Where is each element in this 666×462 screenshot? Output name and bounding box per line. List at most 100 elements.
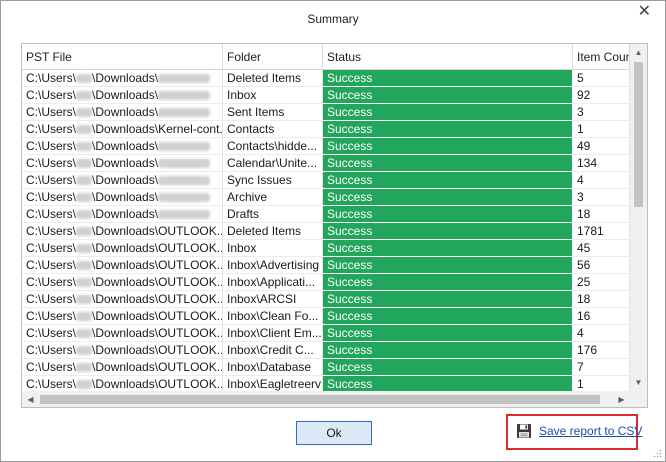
table-row[interactable]: C:\Users\ \Downloads\ Deleted Items Success… xyxy=(22,70,630,87)
pst-file-cell: C:\Users\ \Downloads\OUTLOOK.... xyxy=(22,291,223,308)
status-cell: Success xyxy=(323,172,573,189)
item-count-cell: 18 xyxy=(573,206,630,223)
summary-table[interactable]: PST File Folder Status Item Count C:\Use… xyxy=(21,43,648,408)
redacted-username xyxy=(76,346,93,355)
chevron-down-icon[interactable]: ▼ xyxy=(630,374,647,391)
path-downloads: \Downloads\ xyxy=(92,326,159,340)
table-row[interactable]: C:\Users\ \Downloads\ Sent Items Success 3 xyxy=(22,104,630,121)
table-row[interactable]: C:\Users\ \Downloads\ Drafts Success 18 xyxy=(22,206,630,223)
table-row[interactable]: C:\Users\ \Downloads\OUTLOOK.... Inbox\Cre… xyxy=(22,342,630,359)
folder-cell: Contacts xyxy=(223,121,323,138)
item-count-cell: 49 xyxy=(573,138,630,155)
folder-cell: Inbox\Client Em... xyxy=(223,325,323,342)
table-row[interactable]: C:\Users\ \Downloads\OUTLOOK.... Inbox\Dat… xyxy=(22,359,630,376)
redacted-username xyxy=(76,74,93,83)
redacted-username xyxy=(76,108,93,117)
table-header: PST File Folder Status Item Count xyxy=(22,44,630,70)
folder-cell: Sync Issues xyxy=(223,172,323,189)
redacted-username xyxy=(76,210,93,219)
path-downloads: \Downloads\ xyxy=(92,309,159,323)
column-header-pst-file[interactable]: PST File xyxy=(22,44,223,70)
path-prefix: C:\Users\ xyxy=(26,71,77,85)
path-filename: OUTLOOK.... xyxy=(158,224,223,238)
status-cell: Success xyxy=(323,223,573,240)
redacted-filename xyxy=(158,91,211,100)
path-downloads: \Downloads\ xyxy=(92,224,159,238)
table-row[interactable]: C:\Users\ \Downloads\OUTLOOK.... Deleted I… xyxy=(22,223,630,240)
path-prefix: C:\Users\ xyxy=(26,326,77,340)
table-row[interactable]: C:\Users\ \Downloads\ Calendar\Unite... Suc… xyxy=(22,155,630,172)
item-count-cell: 134 xyxy=(573,155,630,172)
path-downloads: \Downloads\ xyxy=(92,139,159,153)
path-downloads: \Downloads\ xyxy=(92,343,159,357)
save-report-link[interactable]: Save report to CSV xyxy=(539,424,642,438)
table-row[interactable]: C:\Users\ \Downloads\ Sync Issues Success 4 xyxy=(22,172,630,189)
path-filename: Kernel-cont... xyxy=(158,122,223,136)
item-count-cell: 92 xyxy=(573,87,630,104)
path-downloads: \Downloads\ xyxy=(92,105,159,119)
table-row[interactable]: C:\Users\ \Downloads\OUTLOOK.... Inbox\Adv… xyxy=(22,257,630,274)
vertical-scroll-thumb[interactable] xyxy=(634,62,643,207)
redacted-filename xyxy=(158,176,211,185)
table-row[interactable]: C:\Users\ \Downloads\OUTLOOK.... Inbox Succ… xyxy=(22,240,630,257)
horizontal-scrollbar[interactable]: ◀ ▶ xyxy=(22,391,630,407)
folder-cell: Contacts\hidde... xyxy=(223,138,323,155)
path-downloads: \Downloads\ xyxy=(92,377,159,391)
redacted-username xyxy=(76,91,93,100)
resize-grip-icon[interactable] xyxy=(652,448,662,458)
redacted-username xyxy=(76,329,93,338)
folder-cell: Inbox\Database xyxy=(223,359,323,376)
table-row[interactable]: C:\Users\ \Downloads\ Inbox Success 92 xyxy=(22,87,630,104)
pst-file-cell: C:\Users\ \Downloads\OUTLOOK.... xyxy=(22,342,223,359)
chevron-up-icon[interactable]: ▲ xyxy=(630,44,647,61)
pst-file-cell: C:\Users\ \Downloads\ xyxy=(22,155,223,172)
table-row[interactable]: C:\Users\ \Downloads\OUTLOOK.... Inbox\App… xyxy=(22,274,630,291)
path-prefix: C:\Users\ xyxy=(26,156,77,170)
path-prefix: C:\Users\ xyxy=(26,309,77,323)
table-row[interactable]: C:\Users\ \Downloads\ Archive Success 3 xyxy=(22,189,630,206)
column-header-folder[interactable]: Folder xyxy=(223,44,323,70)
path-filename: OUTLOOK.... xyxy=(158,241,223,255)
horizontal-scroll-thumb[interactable] xyxy=(40,395,600,404)
path-prefix: C:\Users\ xyxy=(26,258,77,272)
table-row[interactable]: C:\Users\ \Downloads\OUTLOOK.... Inbox\Cli… xyxy=(22,325,630,342)
table-body: C:\Users\ \Downloads\ Deleted Items Success… xyxy=(22,70,630,393)
save-report-highlight: Save report to CSV xyxy=(506,414,642,450)
redacted-filename xyxy=(158,210,211,219)
redacted-username xyxy=(76,295,93,304)
table-row[interactable]: C:\Users\ \Downloads\ Contacts\hidde... Suc… xyxy=(22,138,630,155)
vertical-scrollbar[interactable]: ▲ ▼ xyxy=(630,44,647,391)
pst-file-cell: C:\Users\ \Downloads\ xyxy=(22,172,223,189)
column-header-item-count[interactable]: Item Count xyxy=(573,44,630,70)
item-count-cell: 18 xyxy=(573,291,630,308)
status-cell: Success xyxy=(323,308,573,325)
ok-button[interactable]: Ok xyxy=(296,421,372,445)
save-report-button[interactable]: Save report to CSV xyxy=(516,423,642,439)
chevron-left-icon[interactable]: ◀ xyxy=(22,391,39,407)
path-prefix: C:\Users\ xyxy=(26,139,77,153)
table-row[interactable]: C:\Users\ \Downloads\Kernel-cont... Contac… xyxy=(22,121,630,138)
path-downloads: \Downloads\ xyxy=(92,88,159,102)
path-downloads: \Downloads\ xyxy=(92,275,159,289)
close-icon[interactable]: ✕ xyxy=(638,4,651,20)
pst-file-cell: C:\Users\ \Downloads\OUTLOOK.... xyxy=(22,308,223,325)
path-downloads: \Downloads\ xyxy=(92,360,159,374)
path-filename: OUTLOOK.... xyxy=(158,275,223,289)
folder-cell: Deleted Items xyxy=(223,70,323,87)
item-count-cell: 25 xyxy=(573,274,630,291)
table-row[interactable]: C:\Users\ \Downloads\OUTLOOK.... Inbox\ARC… xyxy=(22,291,630,308)
redacted-username xyxy=(76,312,93,321)
table-row[interactable]: C:\Users\ \Downloads\OUTLOOK.... Inbox\Cle… xyxy=(22,308,630,325)
redacted-username xyxy=(76,380,93,389)
path-downloads: \Downloads\ xyxy=(92,292,159,306)
path-downloads: \Downloads\ xyxy=(92,241,159,255)
chevron-right-icon[interactable]: ▶ xyxy=(613,391,630,407)
status-cell: Success xyxy=(323,189,573,206)
column-header-status[interactable]: Status xyxy=(323,44,573,70)
pst-file-cell: C:\Users\ \Downloads\OUTLOOK.... xyxy=(22,274,223,291)
folder-cell: Inbox\Clean Fo... xyxy=(223,308,323,325)
pst-file-cell: C:\Users\ \Downloads\ xyxy=(22,206,223,223)
status-cell: Success xyxy=(323,325,573,342)
status-cell: Success xyxy=(323,291,573,308)
item-count-cell: 7 xyxy=(573,359,630,376)
